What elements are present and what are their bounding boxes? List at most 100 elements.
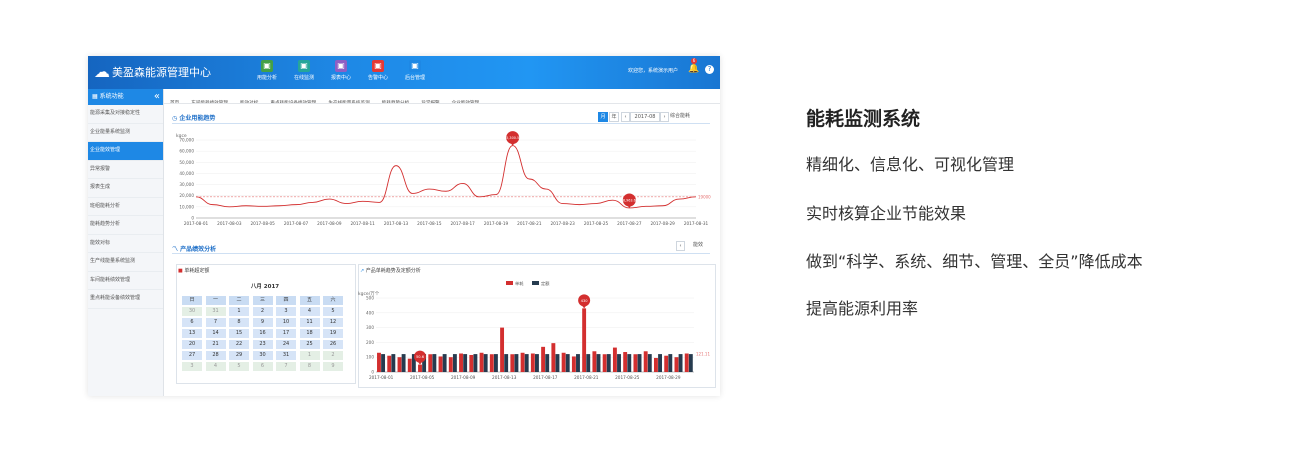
collapse-icon[interactable]: « [154,89,160,104]
sidebar-item[interactable]: 企业能量系统监测 [88,124,163,142]
calendar-day[interactable]: 5 [229,362,249,371]
copy-line-1: 精细化、信息化、可视化管理 [806,155,1015,174]
calendar-day[interactable]: 31 [205,307,226,316]
calendar-day[interactable]: 8 [229,318,249,327]
tab-item[interactable]: 首页 [164,97,185,103]
calendar-day[interactable]: 27 [182,351,202,360]
nav-button-1[interactable]: ▣ 在线监测 [289,59,319,87]
bar-unit-consumption [653,357,658,372]
tab-item[interactable]: 重点耗能设备绩效管理 [264,97,322,103]
bar-unit-consumption [561,352,566,372]
sidebar-item[interactable]: 班组能耗分析 [88,198,163,216]
sidebar-item[interactable]: 生产线能量系统监测 [88,253,163,272]
calendar-day[interactable]: 30 [252,351,273,360]
marker-pin-tip [417,360,424,365]
nav-button-4[interactable]: ▣ 后台管理 [400,59,430,87]
calendar-day[interactable]: 6 [252,362,273,371]
calendar-day[interactable]: 18 [299,329,320,338]
tab-item[interactable]: 异常报警 [415,97,445,103]
metric-select[interactable]: 综合能耗 [670,112,710,120]
tab-item[interactable]: 企业能效管理 [446,97,486,103]
calendar-day[interactable]: 26 [323,340,343,349]
nav-button-3[interactable]: ▣ 告警中心 [363,59,393,87]
calendar-day[interactable]: 6 [182,318,202,327]
nav-button-2[interactable]: ▣ 报表中心 [326,59,356,87]
calendar-day[interactable]: 20 [182,340,202,349]
sidebar-item[interactable]: 企业能效管理 [88,142,163,161]
tab-item[interactable]: 生产线能量系统监测 [322,97,375,103]
calendar-day[interactable]: 1 [229,307,249,316]
calendar-day[interactable]: 14 [205,329,226,338]
calendar-day[interactable]: 3 [276,307,296,316]
calendar-day[interactable]: 9 [252,318,273,327]
calendar-day[interactable]: 2 [323,351,343,360]
calendar-day[interactable]: 4 [299,307,320,316]
sidebar-item[interactable]: 能源采集及对接稳定性 [88,105,163,124]
calendar-day[interactable]: 8 [299,362,320,371]
top-bar: ☁ 美盈森能源管理中心 ▣ 用能分析 ▣ 在线监测 ▣ 报表中心 ▣ 告警中心 ▣ 后台管理 欢迎… [88,56,720,89]
sidebar-item[interactable]: 车间能耗绩效管理 [88,272,163,290]
calendar-day[interactable]: 28 [205,351,226,360]
calendar-day[interactable]: 29 [229,351,249,360]
calendar-day[interactable]: 2 [252,307,273,316]
calendar-day[interactable]: 1 [299,351,320,360]
perf-prev-button[interactable]: ‹ [676,241,685,251]
bar-quota [401,354,406,372]
calendar-day[interactable]: 10 [276,318,296,327]
calendar-day[interactable]: 25 [299,340,320,349]
calendar-day[interactable]: 15 [229,329,249,338]
tab-item[interactable]: 能效对标 [234,97,264,103]
help-icon[interactable]: ? [705,65,714,74]
year-toggle-button[interactable]: 年 [609,112,619,122]
calendar-day[interactable]: 22 [229,340,249,349]
calendar-day[interactable]: 31 [276,351,296,360]
bar-unit-consumption [397,357,402,372]
calendar-day[interactable]: 11 [299,318,320,327]
bar-unit-consumption [469,354,474,372]
bar-quota [391,354,396,372]
y-tick-label: 400 [366,310,374,315]
calendar-day[interactable]: 19 [323,329,343,338]
bar-unit-consumption [489,354,494,372]
trend-icon: 〽 [172,246,181,253]
copy-line-2: 实时核算企业节能效果 [806,204,967,223]
calendar-day[interactable]: 24 [276,340,296,349]
calendar-day[interactable]: 12 [323,318,343,327]
bar-quota [452,354,457,372]
calendar-day[interactable]: 16 [252,329,273,338]
bell-icon[interactable]: 🔔 [688,64,699,74]
y-tick-label: 30,000 [179,182,194,187]
calendar-day[interactable]: 17 [276,329,296,338]
tab-item[interactable]: 车间能耗绩效管理 [185,97,234,103]
calendar-panel-title-text: 单耗超定额 [184,268,210,274]
tab-item[interactable]: 能耗趋势分析 [376,97,416,103]
calendar-day[interactable]: 13 [182,329,202,338]
bar-unit-consumption [418,364,422,372]
sidebar-item[interactable]: 能耗趋势分析 [88,216,163,235]
calendar-day[interactable]: 3 [182,362,202,371]
sidebar-item[interactable]: 重点耗能设备绩效管理 [88,290,163,309]
month-toggle-button[interactable]: 月 [598,112,608,122]
x-tick-label: 2017-08-17 [533,375,558,380]
next-period-button[interactable]: › [660,112,669,122]
sidebar-item[interactable]: 能效对标 [88,235,163,253]
nav-button-0[interactable]: ▣ 用能分析 [252,59,282,87]
calendar-day[interactable]: 23 [252,340,273,349]
calendar-day[interactable]: 4 [205,362,226,371]
prev-period-button[interactable]: ‹ [621,112,630,122]
calendar-day[interactable]: 5 [323,307,343,316]
calendar-day[interactable]: 30 [182,307,202,316]
marker-label: 50.6 [416,355,425,359]
calendar-day[interactable]: 7 [276,362,296,371]
calendar-day[interactable]: 21 [205,340,226,349]
marker-pin-tip [581,304,588,309]
calendar-weekday: 五 [299,296,320,305]
perf-metric-label[interactable]: 能效 [688,241,708,249]
bar-unit-consumption [674,357,679,372]
calendar-day[interactable]: 9 [323,362,343,371]
sidebar-item[interactable]: 报表生成 [88,179,163,198]
sidebar-item[interactable]: 异常报警 [88,161,163,179]
cloud-logo-icon: ☁ [94,62,110,81]
period-field[interactable]: 2017-08 [630,112,660,122]
calendar-day[interactable]: 7 [205,318,226,327]
